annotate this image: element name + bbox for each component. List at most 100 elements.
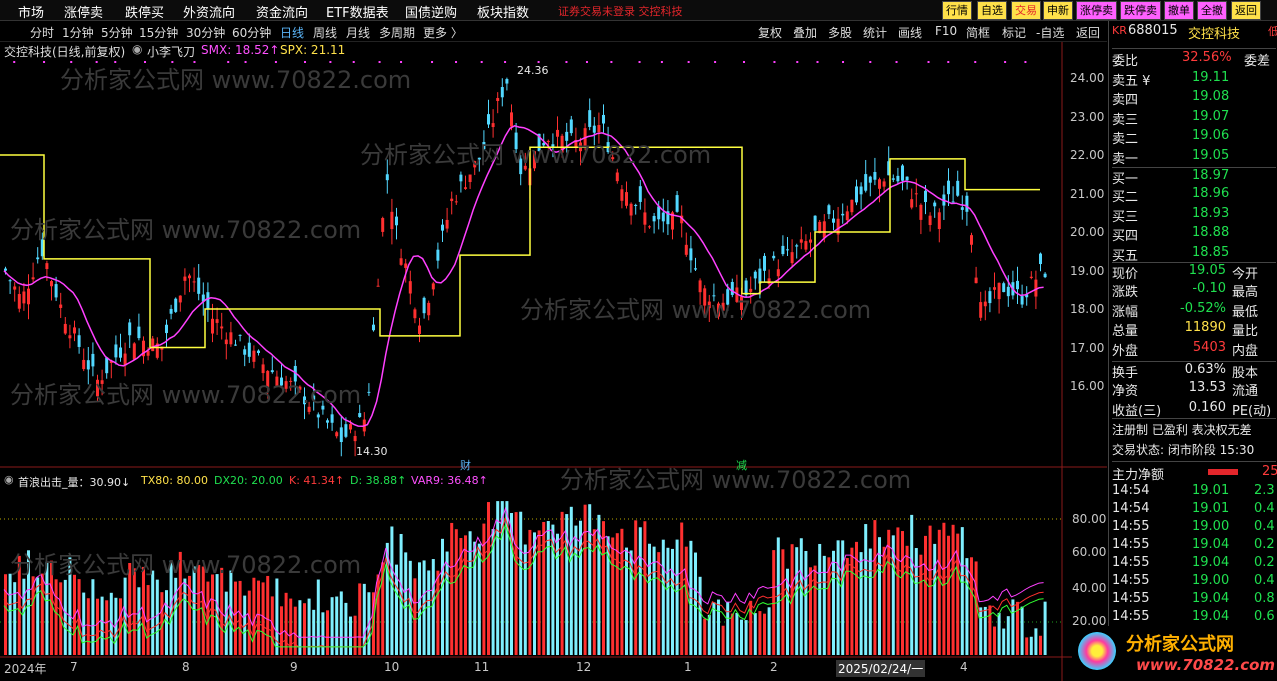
volume-bar xyxy=(427,570,431,655)
buy-level-row: 买一 18.97 xyxy=(1112,167,1276,187)
candle-body xyxy=(86,360,90,370)
buy-level-row: 买二 18.96 xyxy=(1112,186,1276,205)
stock-name: 交控科技 xyxy=(1188,27,1241,42)
candle-body xyxy=(694,268,697,270)
signal-dot xyxy=(687,61,690,63)
main-flow-label: 主力净额 xyxy=(1112,468,1165,483)
candle-body xyxy=(73,327,76,334)
stat-value: 5403 xyxy=(1192,339,1226,355)
buy-level-price: 18.93 xyxy=(1192,205,1230,221)
btn-cancel[interactable]: 撤单 xyxy=(1164,1,1194,20)
tick-time: 14:55 xyxy=(1112,591,1150,606)
volume-bar xyxy=(684,546,688,655)
stat-value: 19.05 xyxy=(1188,263,1226,278)
volume-bar xyxy=(703,618,707,655)
candle-body xyxy=(648,226,651,228)
volume-bar xyxy=(1029,636,1033,655)
candle-body xyxy=(353,435,357,442)
volume-bar xyxy=(1043,601,1047,655)
volume-bar xyxy=(54,579,58,655)
logo-text: 分析家公式网 xyxy=(1126,634,1234,655)
candle-body xyxy=(137,326,141,339)
btn-back-top[interactable]: 返回 xyxy=(1231,1,1261,20)
volume-bar xyxy=(96,598,99,655)
signal-dot xyxy=(1024,61,1027,63)
tick-volume: 0.8 xyxy=(1254,591,1275,606)
volume-bar xyxy=(496,501,500,655)
volume-bar xyxy=(321,612,325,655)
volume-bar xyxy=(965,558,969,655)
candle-body xyxy=(234,344,237,346)
candle-body xyxy=(1016,280,1019,290)
candle-body xyxy=(868,176,872,183)
candle-body xyxy=(413,309,417,319)
candle-body xyxy=(597,125,601,133)
sell-level-label: 卖三 xyxy=(1112,112,1139,128)
volume-bar xyxy=(436,570,440,655)
sell-level-row: 卖二 19.06 xyxy=(1112,128,1276,147)
volume-bar xyxy=(983,606,987,655)
volume-bar xyxy=(947,535,950,655)
candle-body xyxy=(376,285,380,287)
volume-bar xyxy=(666,547,670,655)
high-marker: 24.36 xyxy=(517,64,549,77)
k-value: K: 41.34↑ xyxy=(289,474,345,487)
candle-body xyxy=(625,192,628,206)
candle-body xyxy=(629,203,633,216)
candle-body xyxy=(891,178,895,180)
volume-bar xyxy=(151,570,155,655)
stat-row: 现价 19.05 今开 xyxy=(1112,262,1276,282)
volume-bar xyxy=(960,527,964,655)
quote-panel: KR 688015 交控科技 低 委比 32.56% 委差 卖五 ¥19.11 卖… xyxy=(1108,21,1277,681)
candle-body xyxy=(468,174,472,183)
buy-level-label: 买三 xyxy=(1112,209,1139,225)
signal-dot xyxy=(796,61,799,63)
sell-level-row: 卖三 19.07 xyxy=(1112,109,1276,128)
indicator-settings-icon[interactable]: ◉ xyxy=(132,42,142,56)
candle-body xyxy=(689,248,693,261)
candle-body xyxy=(252,350,256,362)
candle-body xyxy=(960,207,964,210)
candle-body xyxy=(68,335,72,339)
volume-bar xyxy=(928,525,932,655)
tick-volume: 0.2 xyxy=(1254,537,1275,552)
volume-bar xyxy=(275,578,279,655)
volume-bar xyxy=(730,613,734,655)
signal-dot xyxy=(816,61,819,63)
volume-bar xyxy=(841,540,845,655)
order-ratio-row: 委比 32.56% 委差 xyxy=(1112,48,1276,69)
site-logo: 分析家公式网 www.70822.com xyxy=(1072,626,1277,681)
stat-row: 涨幅 -0.52% 最低 xyxy=(1112,301,1276,320)
volume-bar xyxy=(404,552,408,655)
volume-bar xyxy=(441,538,444,655)
volume-bar xyxy=(312,609,316,655)
volume-bar xyxy=(643,521,647,655)
candle-body xyxy=(339,427,343,443)
candle-body xyxy=(178,295,182,303)
volume-bar xyxy=(422,560,426,655)
candle-body xyxy=(17,294,21,309)
candle-body xyxy=(224,339,228,345)
candle-body xyxy=(776,269,780,277)
volume-bar xyxy=(735,612,739,655)
wc-label: 委差 xyxy=(1244,54,1271,69)
tick-volume: 0.6 xyxy=(1254,609,1275,624)
candle-body xyxy=(505,79,509,84)
tick-price: 19.04 xyxy=(1192,537,1230,552)
signal-dot xyxy=(773,61,776,63)
candle-body xyxy=(638,186,642,202)
buy-level-label: 买四 xyxy=(1112,229,1139,245)
candle-body xyxy=(119,347,122,358)
volume-bar xyxy=(339,591,343,655)
tick-row: 14:54 19.01 2.3 xyxy=(1112,483,1276,502)
btn-cancel-all[interactable]: 全撤 xyxy=(1197,1,1227,20)
sub-indicator-icon[interactable]: ◉ xyxy=(4,473,14,486)
volume-bar xyxy=(887,529,891,655)
candle-body xyxy=(330,414,334,423)
volume-bar xyxy=(749,600,753,655)
candle-body xyxy=(951,201,955,203)
main-flow-bar xyxy=(1208,469,1238,475)
btn-limit-down-sell[interactable]: 跌停卖 xyxy=(1120,1,1161,20)
candle-body xyxy=(620,189,624,201)
volume-bar xyxy=(671,548,674,655)
